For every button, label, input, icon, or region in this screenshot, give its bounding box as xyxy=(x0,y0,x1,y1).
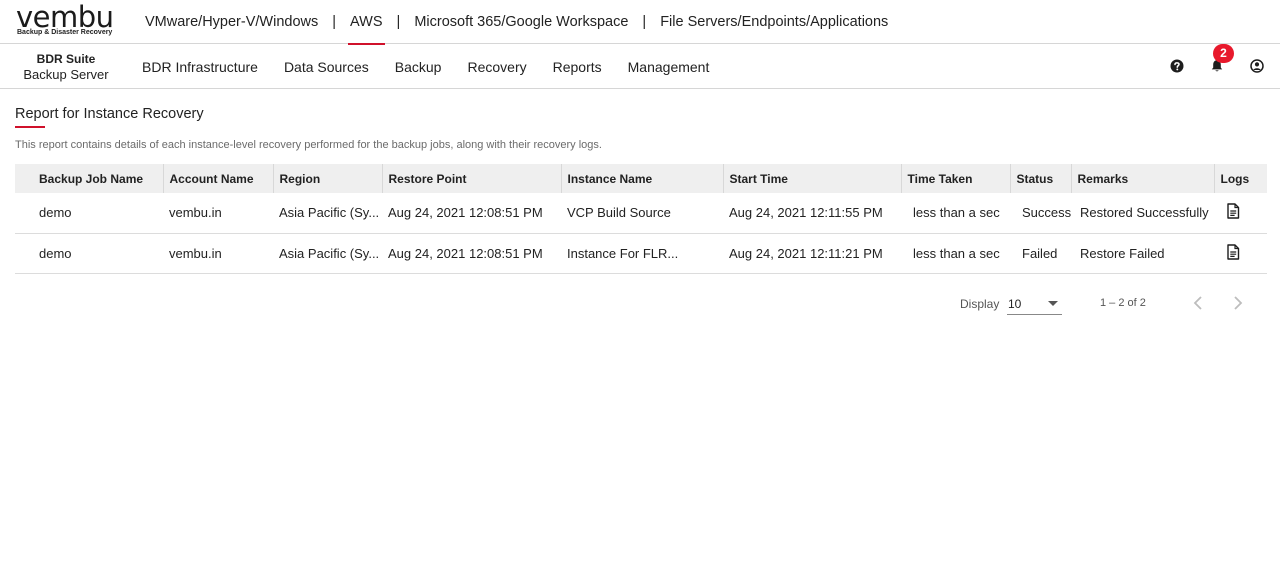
document-icon[interactable] xyxy=(1226,203,1240,219)
column-header-account-name[interactable]: Account Name xyxy=(163,164,274,193)
caret-down-icon xyxy=(1048,301,1058,306)
menu-management[interactable]: Management xyxy=(615,59,723,75)
cell-job-name: demo xyxy=(15,193,163,234)
product-tab-microsoft365[interactable]: Microsoft 365/Google Workspace xyxy=(406,0,636,44)
tab-separator: | xyxy=(332,14,337,30)
cell-status: Failed xyxy=(1010,233,1071,274)
chevron-right-icon[interactable] xyxy=(1231,295,1245,311)
column-header-restore-point[interactable]: Restore Point xyxy=(382,164,562,193)
cell-restore-point: Aug 24, 2021 12:08:51 PM xyxy=(382,233,561,274)
column-header-instance-name[interactable]: Instance Name xyxy=(561,164,724,193)
vembu-logo[interactable]: vembu Backup & Disaster Recovery xyxy=(16,0,126,40)
main-navbar: BDR Suite Backup Server BDR Infrastructu… xyxy=(0,44,1280,89)
brand-suite: BDR Suite xyxy=(36,52,96,66)
pagination: Display 10 1 – 2 of 2 xyxy=(0,289,1280,319)
cell-start-time: Aug 24, 2021 12:11:21 PM xyxy=(723,233,901,274)
logo-tagline: Backup & Disaster Recovery xyxy=(17,29,113,36)
menu-data-sources[interactable]: Data Sources xyxy=(271,59,382,75)
cell-region: Asia Pacific (Sy... xyxy=(273,233,382,274)
product-tab-vmware[interactable]: VMware/Hyper-V/Windows xyxy=(137,0,326,44)
help-icon[interactable] xyxy=(1170,59,1184,73)
page-size-value: 10 xyxy=(1008,297,1022,311)
display-label: Display xyxy=(960,297,1000,311)
menu-backup[interactable]: Backup xyxy=(382,59,455,75)
table-row: demo vembu.in Asia Pacific (Sy... Aug 24… xyxy=(15,193,1267,234)
product-bar: vembu Backup & Disaster Recovery VMware/… xyxy=(0,0,1280,45)
page-range: 1 – 2 of 2 xyxy=(1100,297,1146,309)
user-icon[interactable] xyxy=(1250,59,1264,73)
page-title: Report for Instance Recovery xyxy=(15,106,204,122)
cell-job-name: demo xyxy=(15,233,163,274)
cell-instance-name: Instance For FLR... xyxy=(561,233,723,274)
tab-separator: | xyxy=(396,14,401,30)
cell-logs xyxy=(1214,233,1267,274)
logo-wordmark: vembu xyxy=(16,0,114,34)
tab-separator: | xyxy=(642,14,647,30)
product-tab-aws[interactable]: AWS xyxy=(342,0,391,45)
menu-reports[interactable]: Reports xyxy=(540,59,615,75)
cell-region: Asia Pacific (Sy... xyxy=(273,193,382,234)
page-description: This report contains details of each ins… xyxy=(15,139,602,151)
instance-recovery-table: Backup Job Name Account Name Region Rest… xyxy=(15,164,1267,274)
product-tabs: VMware/Hyper-V/Windows | AWS | Microsoft… xyxy=(137,0,896,45)
cell-time-taken: less than a sec xyxy=(901,193,1010,234)
document-icon[interactable] xyxy=(1226,243,1240,260)
column-header-region[interactable]: Region xyxy=(273,164,383,193)
cell-account-name: vembu.in xyxy=(163,233,273,274)
menu-recovery[interactable]: Recovery xyxy=(454,59,539,75)
cell-remarks: Restored Successfully xyxy=(1071,193,1214,234)
menu-bdr-infrastructure[interactable]: BDR Infrastructure xyxy=(129,59,271,75)
cell-start-time: Aug 24, 2021 12:11:55 PM xyxy=(723,193,901,234)
brand-server: Backup Server xyxy=(23,67,109,82)
column-header-logs: Logs xyxy=(1214,164,1267,193)
table-header-row: Backup Job Name Account Name Region Rest… xyxy=(15,164,1267,193)
cell-time-taken: less than a sec xyxy=(901,233,1010,274)
column-header-start-time[interactable]: Start Time xyxy=(723,164,902,193)
cell-status: Success xyxy=(1010,193,1071,234)
cell-restore-point: Aug 24, 2021 12:08:51 PM xyxy=(382,193,561,234)
cell-remarks: Restore Failed xyxy=(1071,233,1214,274)
product-tab-file-servers[interactable]: File Servers/Endpoints/Applications xyxy=(652,0,896,44)
chevron-left-icon[interactable] xyxy=(1191,295,1205,311)
cell-logs xyxy=(1214,193,1267,234)
cell-account-name: vembu.in xyxy=(163,193,273,234)
brand[interactable]: BDR Suite Backup Server xyxy=(22,51,110,83)
column-header-remarks[interactable]: Remarks xyxy=(1071,164,1215,193)
page-size-select[interactable]: 10 xyxy=(1007,293,1062,315)
notification-badge[interactable]: 2 xyxy=(1213,44,1234,63)
title-underline xyxy=(15,126,45,128)
table-row: demo vembu.in Asia Pacific (Sy... Aug 24… xyxy=(15,233,1267,274)
column-header-status[interactable]: Status xyxy=(1010,164,1072,193)
main-menu: BDR Infrastructure Data Sources Backup R… xyxy=(129,44,722,89)
cell-instance-name: VCP Build Source xyxy=(561,193,723,234)
column-header-backup-job-name[interactable]: Backup Job Name xyxy=(15,164,164,193)
column-header-time-taken[interactable]: Time Taken xyxy=(901,164,1011,193)
